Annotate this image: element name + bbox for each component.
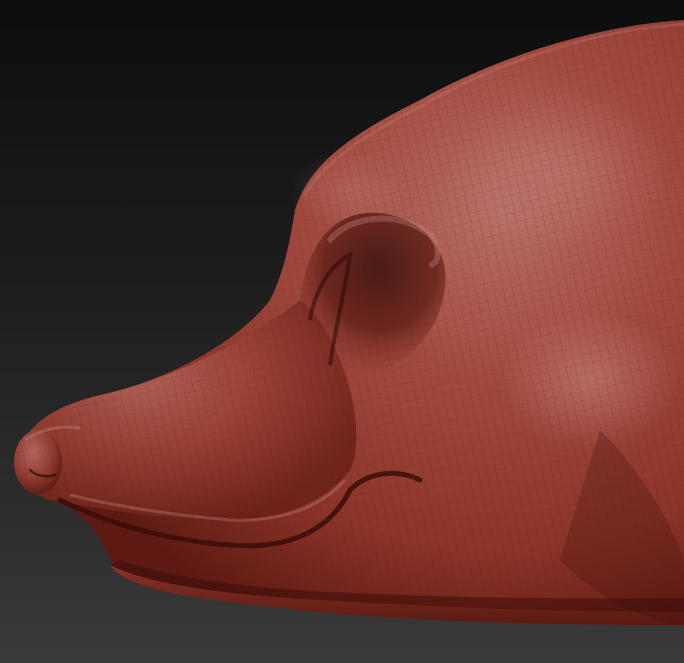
3d-viewport[interactable] bbox=[0, 0, 684, 663]
sculpt-canvas bbox=[14, 20, 684, 625]
wireframe-overlay bbox=[19, 20, 684, 625]
dog-head-sculpt bbox=[14, 20, 684, 625]
